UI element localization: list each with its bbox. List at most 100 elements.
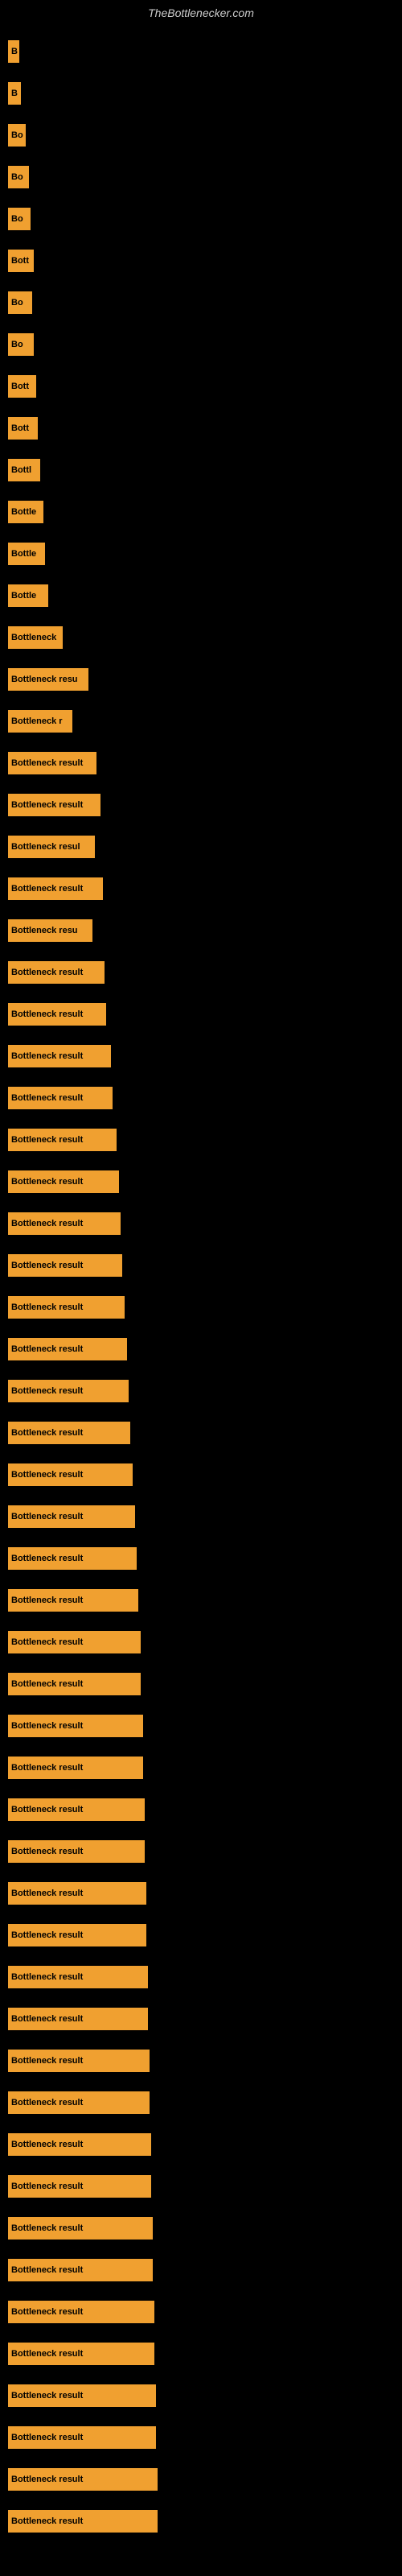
bar-label: Bottleneck result	[11, 1512, 83, 1521]
bar-row: Bottleneck result	[8, 742, 394, 784]
bar-item: Bottleneck resul	[8, 836, 95, 858]
bar-item: Bottleneck result	[8, 1924, 146, 1946]
bar-item: Bottleneck result	[8, 2343, 154, 2365]
bar-label: Bottleneck result	[11, 1009, 83, 1019]
bar-item: Bottleneck resu	[8, 919, 92, 942]
bar-item: Bottleneck result	[8, 1087, 113, 1109]
bar-item: Bottleneck result	[8, 1505, 135, 1528]
bar-item: Bott	[8, 417, 38, 440]
bar-item: Bottleneck result	[8, 2426, 156, 2449]
bar-row: Bottleneck result	[8, 1538, 394, 1579]
bar-row: Bottleneck result	[8, 1831, 394, 1872]
bar-label: Bottleneck result	[11, 1219, 83, 1228]
bar-label: Bottleneck result	[11, 1721, 83, 1731]
bar-row: Bottleneck result	[8, 2165, 394, 2207]
bar-label: Bottleneck result	[11, 800, 83, 810]
bar-item: Bottleneck result	[8, 2468, 158, 2491]
bar-row: Bottleneck resu	[8, 658, 394, 700]
bar-label: Bott	[11, 423, 29, 433]
bar-label: Bottleneck result	[11, 2475, 83, 2484]
bar-item: Bott	[8, 250, 34, 272]
bar-row: B	[8, 31, 394, 72]
bar-item: Bottleneck result	[8, 2259, 153, 2281]
bar-row: Bottleneck r	[8, 700, 394, 742]
bar-row: Bottleneck result	[8, 2375, 394, 2417]
bar-item: Bottleneck result	[8, 794, 100, 816]
bar-item: Bottle	[8, 501, 43, 523]
bar-row: Bottle	[8, 533, 394, 575]
bar-row: Bo	[8, 114, 394, 156]
bar-label: Bottleneck result	[11, 884, 83, 894]
bar-label: Bottleneck result	[11, 968, 83, 977]
bar-item: Bottleneck result	[8, 1673, 141, 1695]
bar-item: Bottleneck result	[8, 2091, 150, 2114]
bar-row: Bottleneck result	[8, 1705, 394, 1747]
bar-row: Bottleneck resul	[8, 826, 394, 868]
bar-label: Bottleneck result	[11, 1261, 83, 1270]
bar-label: Bottle	[11, 549, 36, 559]
bar-label: Bottleneck resu	[11, 926, 78, 935]
bar-item: Bottleneck result	[8, 1547, 137, 1570]
bar-label: Bottleneck result	[11, 1135, 83, 1145]
bar-row: Bottleneck result	[8, 1286, 394, 1328]
bar-row: Bottleneck result	[8, 1245, 394, 1286]
bar-row: Bottleneck result	[8, 1496, 394, 1538]
bar-item: Bottleneck	[8, 626, 63, 649]
bar-item: Bottleneck result	[8, 961, 105, 984]
bar-row: Bottleneck result	[8, 1119, 394, 1161]
bar-label: Bottleneck resu	[11, 675, 78, 684]
bar-label: Bottleneck result	[11, 1302, 83, 1312]
bar-item: Bottleneck result	[8, 1296, 125, 1319]
bar-row: Bott	[8, 407, 394, 449]
bar-item: Bottleneck result	[8, 1380, 129, 1402]
bar-label: Bottleneck result	[11, 1596, 83, 1605]
bar-row: Bottleneck result	[8, 2082, 394, 2124]
bar-label: Bo	[11, 298, 23, 308]
bar-label: Bottle	[11, 507, 36, 517]
bar-label: Bottleneck result	[11, 1847, 83, 1856]
site-title: TheBottlenecker.com	[0, 0, 402, 23]
bar-label: Bott	[11, 256, 29, 266]
bar-row: Bottle	[8, 575, 394, 617]
bar-item: Bottleneck result	[8, 1422, 130, 1444]
bar-row: Bottleneck result	[8, 1747, 394, 1789]
bar-label: Bottleneck result	[11, 1470, 83, 1480]
bar-row: Bottleneck result	[8, 1663, 394, 1705]
bar-label: Bottleneck result	[11, 2014, 83, 2024]
bar-label: Bottleneck result	[11, 1889, 83, 1898]
bar-label: Bottleneck result	[11, 1805, 83, 1814]
bar-label: B	[11, 89, 18, 98]
bar-row: Bottleneck result	[8, 2249, 394, 2291]
bar-row: Bottleneck result	[8, 1872, 394, 1914]
bar-item: Bottleneck result	[8, 1463, 133, 1486]
bar-item: Bottleneck result	[8, 1003, 106, 1026]
bars-container: BBBoBoBoBottBoBoBottBottBottlBottleBottl…	[0, 23, 402, 2542]
bar-item: B	[8, 82, 21, 105]
bar-label: Bo	[11, 340, 23, 349]
bar-row: Bottleneck result	[8, 1328, 394, 1370]
bar-row: Bottleneck result	[8, 2124, 394, 2165]
bar-label: Bott	[11, 382, 29, 391]
bar-item: Bottleneck result	[8, 2008, 148, 2030]
bar-item: Bo	[8, 208, 31, 230]
bar-label: Bottleneck result	[11, 1177, 83, 1187]
bar-item: Bo	[8, 291, 32, 314]
bar-label: Bottleneck result	[11, 1428, 83, 1438]
bar-row: Bottleneck result	[8, 2207, 394, 2249]
bar-row: Bottl	[8, 449, 394, 491]
bar-row: Bo	[8, 324, 394, 365]
bar-label: Bottleneck result	[11, 2349, 83, 2359]
bar-label: Bottleneck result	[11, 2056, 83, 2066]
bar-item: Bottleneck result	[8, 1966, 148, 1988]
bar-item: B	[8, 40, 19, 63]
bar-row: Bottleneck result	[8, 868, 394, 910]
bar-item: Bottleneck result	[8, 1798, 145, 1821]
bar-item: Bottleneck result	[8, 2301, 154, 2323]
bar-item: Bottleneck result	[8, 2133, 151, 2156]
bar-label: Bottleneck result	[11, 2433, 83, 2442]
bar-item: Bottl	[8, 459, 40, 481]
bar-label: Bottleneck result	[11, 1763, 83, 1773]
bar-label: Bottl	[11, 465, 31, 475]
bar-item: Bottleneck result	[8, 1715, 143, 1737]
bar-label: Bottleneck result	[11, 2307, 83, 2317]
